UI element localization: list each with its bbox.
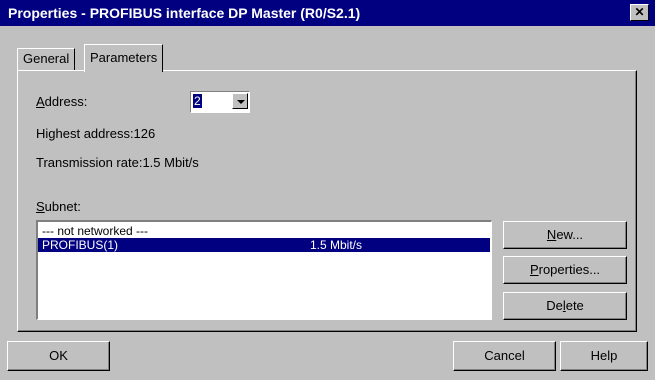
properties-button[interactable]: Properties... <box>503 256 627 284</box>
delete-label-pre: De <box>546 298 563 313</box>
subnet-label-text: ubnet: <box>44 199 81 214</box>
highest-address-text: Highest address:126 <box>36 126 156 141</box>
ok-button[interactable]: OK <box>7 341 110 371</box>
subnet-name: PROFIBUS(1) <box>42 238 119 252</box>
transmission-rate-text: Transmission rate:1.5 Mbit/s <box>36 155 199 170</box>
tab-general[interactable]: General <box>17 48 76 71</box>
chevron-down-icon[interactable] <box>232 93 248 109</box>
properties-label: roperties... <box>538 262 601 277</box>
address-mnemonic: A <box>36 94 45 109</box>
new-button[interactable]: New... <box>503 221 627 249</box>
address-value: 2 <box>193 94 202 108</box>
address-label-text: ddress: <box>44 94 88 109</box>
delete-label-post: ete <box>565 298 584 313</box>
address-dropdown[interactable]: 2 <box>190 91 250 113</box>
subnet-listbox[interactable]: --- not networked --- PROFIBUS(1) 1.5 Mb… <box>36 220 492 320</box>
delete-button[interactable]: Delete <box>503 292 627 320</box>
cancel-button[interactable]: Cancel <box>453 341 556 371</box>
address-label: Address: <box>36 94 87 109</box>
subnet-name: --- not networked --- <box>42 224 149 238</box>
subnet-rate: 1.5 Mbit/s <box>310 238 363 252</box>
subnet-label: Subnet: <box>36 199 81 214</box>
help-button[interactable]: Help <box>560 341 648 371</box>
new-mnemonic: N <box>546 227 557 242</box>
tab-parameters[interactable]: Parameters <box>84 44 164 72</box>
title-bar: Properties - PROFIBUS interface DP Maste… <box>0 0 655 26</box>
list-item[interactable]: PROFIBUS(1) 1.5 Mbit/s <box>38 238 490 252</box>
properties-mnemonic: P <box>529 262 539 277</box>
subnet-mnemonic: S <box>36 199 45 214</box>
close-icon[interactable]: ✕ <box>630 4 649 21</box>
window-title: Properties - PROFIBUS interface DP Maste… <box>8 5 361 21</box>
new-label: ew... <box>556 227 584 242</box>
list-item[interactable]: --- not networked --- <box>38 224 490 238</box>
